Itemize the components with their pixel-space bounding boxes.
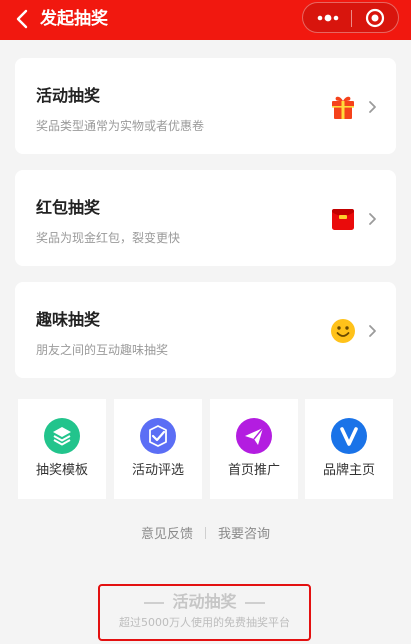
brand-line-left (144, 601, 165, 604)
link-divider (205, 527, 206, 539)
grid-label: 活动评选 (131, 463, 184, 478)
card-desc: 奖品为现金红包，裂变更快 (36, 231, 181, 245)
brand-footer: 活动抽奖 超过5000万人使用的免费抽奖平台 (98, 584, 311, 641)
chevron-right-icon (369, 101, 376, 113)
paper-plane-icon (236, 418, 272, 454)
grid-label: 抽奖模板 (35, 463, 88, 478)
consult-link[interactable]: 我要咨询 (218, 527, 270, 542)
card-red-envelope-lottery[interactable]: 红包抽奖 奖品为现金红包，裂变更快 (15, 170, 396, 266)
card-title: 红包抽奖 (36, 198, 101, 217)
feedback-link[interactable]: 意见反馈 (141, 527, 193, 542)
grid-item-activity-selection[interactable]: 活动评选 (114, 399, 202, 499)
chevron-right-icon (369, 213, 376, 225)
target-close-icon[interactable] (365, 8, 385, 28)
card-desc: 朋友之间的互动趣味抽奖 (36, 343, 169, 357)
check-badge-icon (140, 418, 176, 454)
card-activity-lottery[interactable]: 活动抽奖 奖品类型通常为实物或者优惠卷 (15, 58, 396, 154)
footer-links: 意见反馈 我要咨询 (0, 525, 411, 545)
layers-icon (44, 418, 80, 454)
card-fun-lottery[interactable]: 趣味抽奖 朋友之间的互动趣味抽奖 (15, 282, 396, 378)
card-title: 趣味抽奖 (36, 310, 101, 329)
brand-title-row: 活动抽奖 (100, 590, 309, 614)
grid-item-lottery-templates[interactable]: 抽奖模板 (18, 399, 106, 499)
red-envelope-icon (332, 209, 354, 230)
capsule-divider (351, 10, 352, 27)
v-badge-icon (331, 418, 367, 454)
header-bar: 发起抽奖 (0, 0, 411, 40)
gift-icon (332, 96, 354, 119)
grid-label: 品牌主页 (322, 463, 375, 478)
mini-program-capsule (302, 2, 399, 33)
brand-line-right (244, 601, 265, 604)
brand-subtitle: 超过5000万人使用的免费抽奖平台 (119, 616, 290, 629)
grid-label: 首页推广 (227, 463, 280, 478)
brand-title: 活动抽奖 (172, 592, 237, 611)
page-title: 发起抽奖 (40, 9, 108, 29)
chevron-left-icon[interactable] (12, 6, 34, 32)
more-dots-icon[interactable] (313, 9, 343, 27)
smiley-icon (331, 319, 355, 343)
chevron-right-icon (369, 325, 376, 337)
card-desc: 奖品类型通常为实物或者优惠卷 (36, 119, 205, 133)
grid-item-brand-homepage[interactable]: 品牌主页 (305, 399, 393, 499)
grid-item-homepage-promotion[interactable]: 首页推广 (210, 399, 298, 499)
card-title: 活动抽奖 (36, 86, 101, 105)
